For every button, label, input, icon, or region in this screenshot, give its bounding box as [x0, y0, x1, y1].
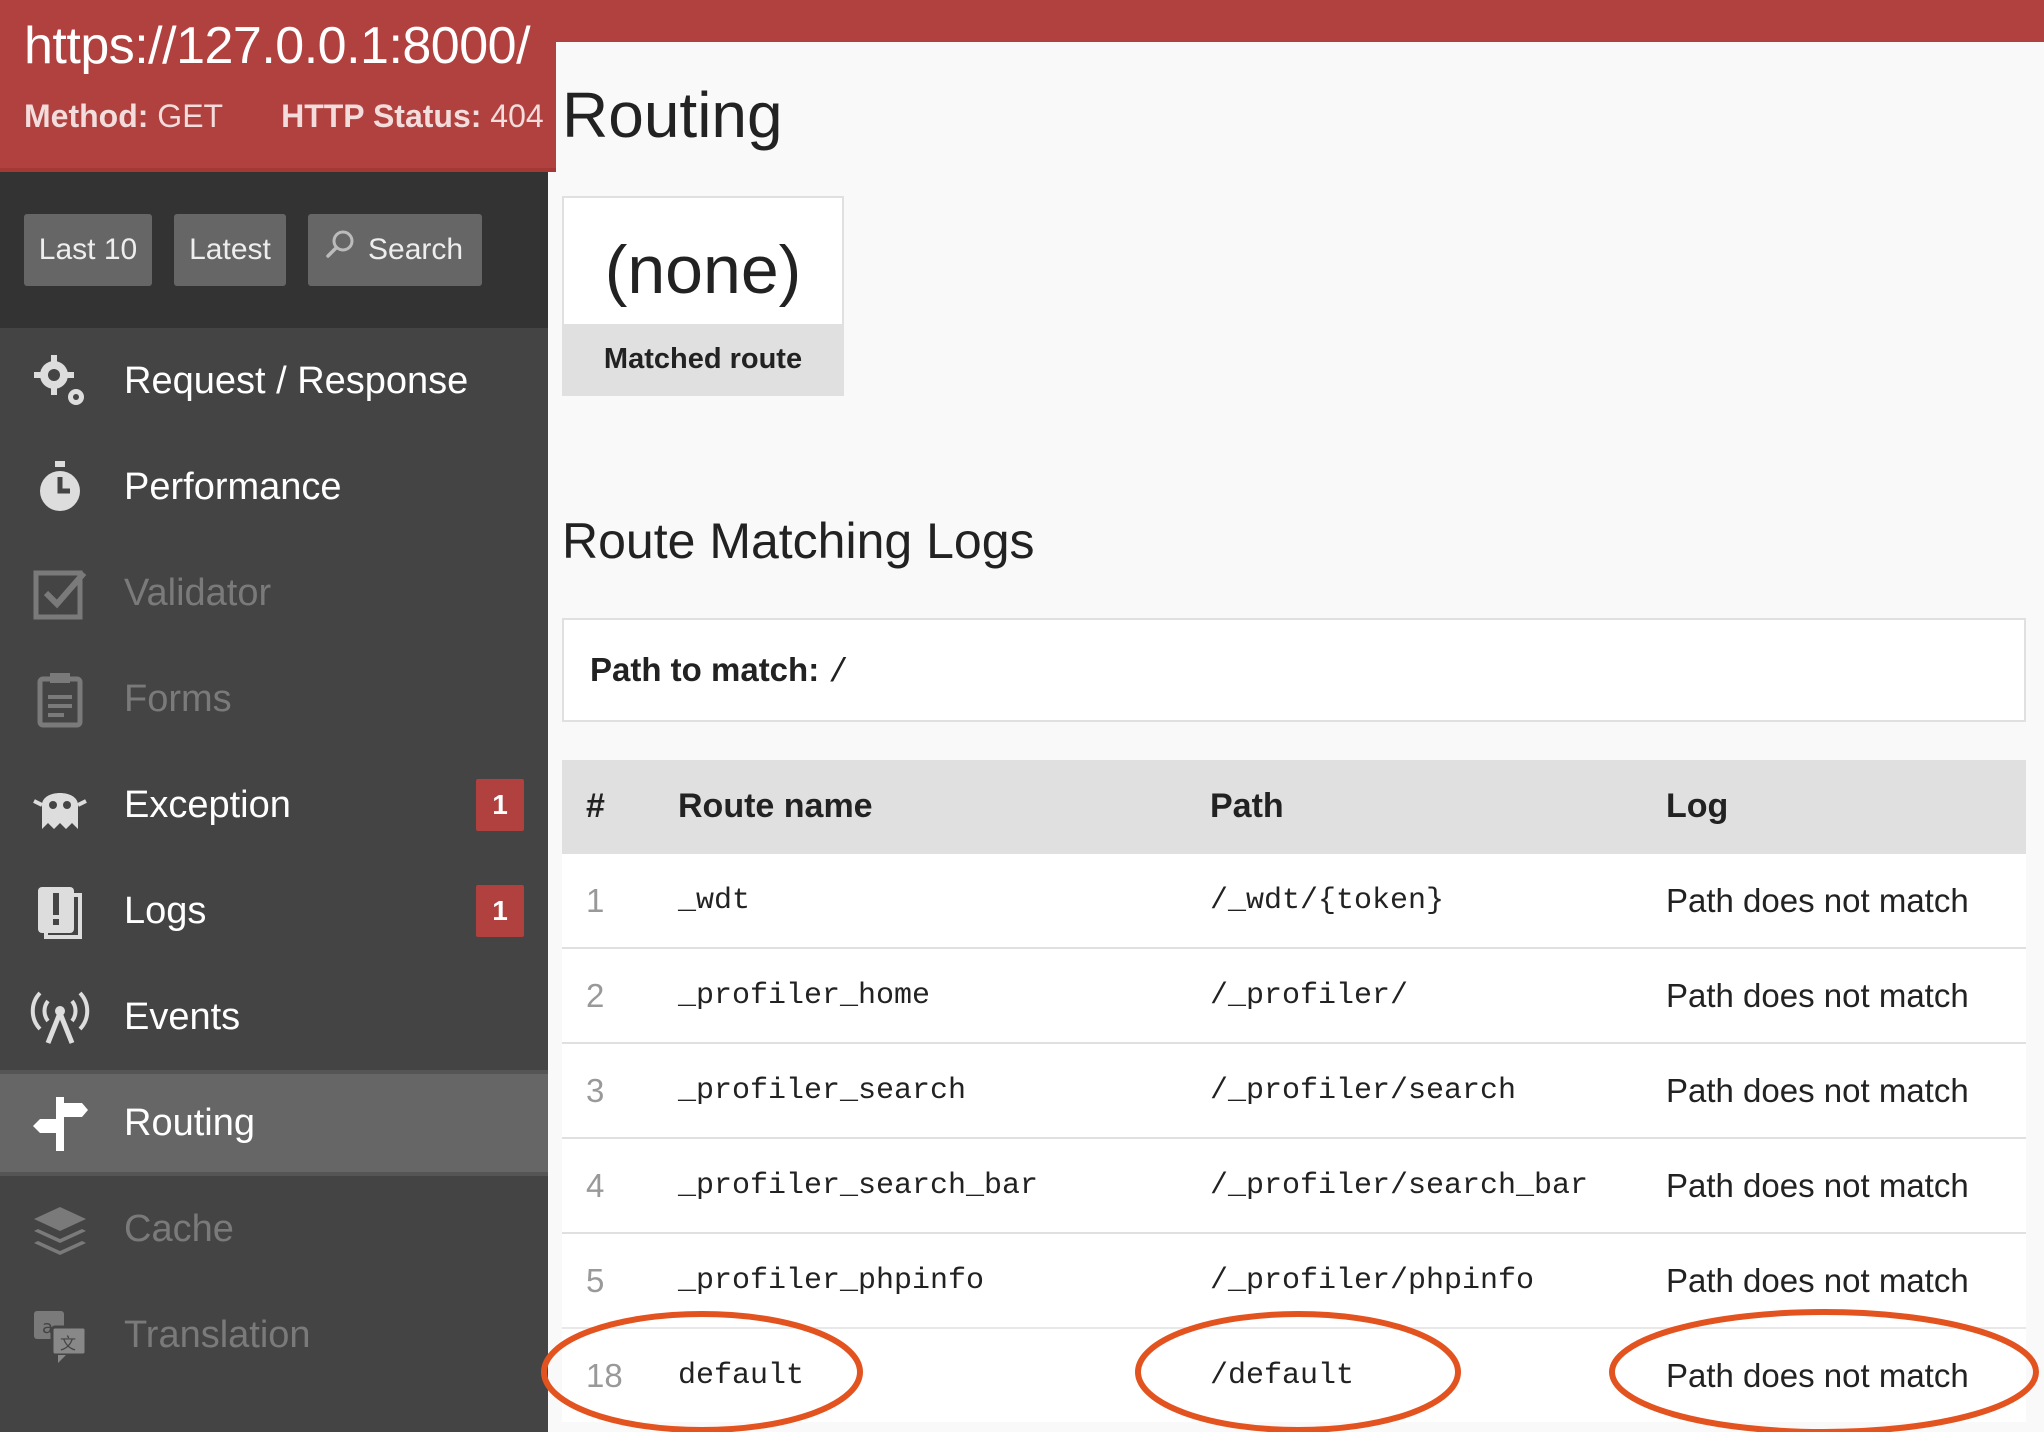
- menu-item-label: Validator: [124, 571, 272, 614]
- method-label: Method:: [24, 98, 149, 134]
- path-to-match-value: /: [828, 654, 849, 691]
- broadcast-icon: [28, 985, 92, 1049]
- table-row: 4 _profiler_search_bar /_profiler/search…: [562, 1137, 2026, 1233]
- route-name: _profiler_phpinfo: [678, 1232, 1210, 1328]
- route-logs-table: # Route name Path Log 1 _wdt /_wdt/{toke…: [562, 760, 2026, 1422]
- matched-route-label: Matched route: [564, 324, 842, 394]
- request-meta: Method: GET HTTP Status: 404: [24, 98, 544, 135]
- status-label: HTTP Status:: [281, 98, 482, 134]
- route-path: /_wdt/{token}: [1210, 852, 1666, 948]
- column-header-path: Path: [1210, 760, 1666, 853]
- column-header-log: Log: [1666, 760, 2026, 853]
- row-number: 1: [562, 852, 678, 948]
- menu-item-performance[interactable]: Performance: [0, 434, 548, 540]
- panel-menu: Request / Response Performance Validator…: [0, 328, 548, 1388]
- route-name: _profiler_home: [678, 947, 1210, 1043]
- route-log: Path does not match: [1666, 1042, 2026, 1138]
- menu-item-label: Logs: [124, 889, 207, 932]
- stopwatch-icon: [28, 455, 92, 519]
- menu-item-translation: a文 Translation: [0, 1282, 548, 1388]
- menu-item-label: Translation: [124, 1313, 311, 1356]
- route-log: Path does not match: [1666, 852, 2026, 948]
- route-path: /_profiler/: [1210, 947, 1666, 1043]
- menu-item-logs[interactable]: Logs 1: [0, 858, 548, 964]
- menu-item-label: Cache: [124, 1207, 234, 1250]
- menu-item-request-response[interactable]: Request / Response: [0, 328, 548, 434]
- method-value: GET: [157, 98, 224, 134]
- route-log: Path does not match: [1666, 1137, 2026, 1233]
- table-row: 1 _wdt /_wdt/{token} Path does not match: [562, 852, 2026, 948]
- checkbox-icon: [28, 561, 92, 625]
- page-title: Routing: [562, 79, 783, 151]
- last-10-button[interactable]: Last 10: [24, 214, 152, 286]
- route-log: Path does not match: [1666, 1327, 2026, 1422]
- route-name: _profiler_search: [678, 1042, 1210, 1138]
- table-row: 5 _profiler_phpinfo /_profiler/phpinfo P…: [562, 1232, 2026, 1328]
- table-header-row: # Route name Path Log: [562, 760, 2026, 853]
- ghost-icon: [28, 773, 92, 837]
- menu-item-label: Events: [124, 995, 241, 1038]
- route-name: _profiler_search_bar: [678, 1137, 1210, 1233]
- route-path: /_profiler/search_bar: [1210, 1137, 1666, 1233]
- exception-count-badge: 1: [476, 779, 524, 831]
- column-header-number: #: [562, 760, 678, 853]
- route-log: Path does not match: [1666, 947, 2026, 1043]
- menu-item-label: Request / Response: [124, 359, 469, 402]
- column-header-route-name: Route name: [678, 760, 1210, 853]
- path-to-match-label: Path to match:: [590, 651, 820, 688]
- latest-button[interactable]: Latest: [174, 214, 286, 286]
- search-button-label: Search: [368, 233, 464, 266]
- main-content: Routing (none) Matched route Route Match…: [562, 0, 2044, 1432]
- sidebar: Last 10 Latest Search Request / Response…: [0, 172, 548, 1432]
- gears-icon: [28, 349, 92, 413]
- menu-item-label: Exception: [124, 783, 291, 826]
- route-path: /_profiler/search: [1210, 1042, 1666, 1138]
- menu-item-label: Performance: [124, 465, 342, 508]
- status-value: 404: [490, 98, 544, 134]
- matched-route-value: (none): [604, 232, 802, 308]
- route-log: Path does not match: [1666, 1232, 2026, 1328]
- row-number: 18: [562, 1327, 678, 1422]
- route-matching-logs-title: Route Matching Logs: [562, 513, 1035, 569]
- route-name: default: [678, 1327, 1210, 1422]
- request-summary: https://127.0.0.1:8000/ Method: GET HTTP …: [0, 0, 556, 172]
- translate-icon: a文: [28, 1303, 92, 1367]
- row-number: 3: [562, 1042, 678, 1138]
- alert-log-icon: [28, 879, 92, 943]
- row-number: 4: [562, 1137, 678, 1233]
- row-number: 2: [562, 947, 678, 1043]
- svg-text:文: 文: [60, 1334, 76, 1353]
- row-number: 5: [562, 1232, 678, 1328]
- matched-route-metric: (none) Matched route: [562, 196, 844, 396]
- request-url[interactable]: https://127.0.0.1:8000/: [24, 16, 531, 76]
- menu-item-validator: Validator: [0, 540, 548, 646]
- menu-item-label: Routing: [124, 1101, 255, 1144]
- logs-count-badge: 1: [476, 885, 524, 937]
- menu-item-events[interactable]: Events: [0, 964, 548, 1070]
- sidebar-toolbar: Last 10 Latest Search: [0, 172, 548, 328]
- search-button[interactable]: Search: [308, 214, 482, 286]
- search-icon: [324, 215, 356, 287]
- signpost-icon: [28, 1091, 92, 1155]
- menu-item-exception[interactable]: Exception 1: [0, 752, 548, 858]
- menu-item-routing[interactable]: Routing: [0, 1070, 548, 1176]
- menu-item-label: Forms: [124, 677, 232, 720]
- route-path: /default: [1210, 1327, 1666, 1422]
- menu-item-cache: Cache: [0, 1176, 548, 1282]
- path-to-match-box: Path to match: /: [562, 618, 2026, 722]
- route-name: _wdt: [678, 852, 1210, 948]
- table-row: 2 _profiler_home /_profiler/ Path does n…: [562, 947, 2026, 1043]
- layers-icon: [28, 1197, 92, 1261]
- route-path: /_profiler/phpinfo: [1210, 1232, 1666, 1328]
- table-row-default: 18 default /default Path does not match: [562, 1327, 2026, 1422]
- clipboard-icon: [28, 667, 92, 731]
- menu-item-forms: Forms: [0, 646, 548, 752]
- svg-text:a: a: [42, 1317, 53, 1338]
- table-row: 3 _profiler_search /_profiler/search Pat…: [562, 1042, 2026, 1138]
